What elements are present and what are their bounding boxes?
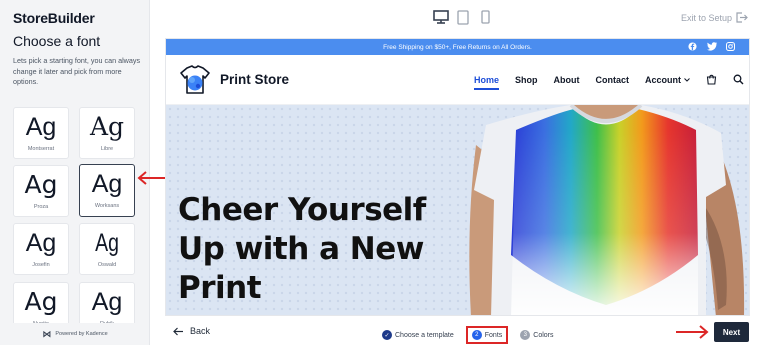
step-colors[interactable]: 3 Colors bbox=[520, 330, 554, 340]
font-sample: Ag bbox=[95, 229, 119, 257]
nav-account-label: Account bbox=[645, 74, 682, 85]
font-name: Worksans bbox=[94, 203, 120, 209]
search-icon[interactable] bbox=[733, 74, 744, 85]
back-button[interactable]: Back bbox=[173, 326, 210, 336]
nav-home[interactable]: Home bbox=[474, 75, 500, 90]
font-sample: Ag bbox=[24, 170, 58, 199]
font-sample: Ag bbox=[91, 170, 123, 198]
tablet-icon[interactable] bbox=[455, 9, 471, 25]
font-name: Libre bbox=[100, 146, 114, 152]
font-card-worksans[interactable]: Ag Worksans bbox=[79, 164, 135, 217]
kadence-icon: ⋈ bbox=[42, 328, 52, 339]
exit-icon bbox=[736, 12, 748, 23]
step-choose-template[interactable]: ✓ Choose a template bbox=[382, 330, 454, 340]
hero-image bbox=[469, 105, 745, 315]
font-card-oswald[interactable]: Ag Oswald bbox=[79, 223, 135, 275]
nav-account[interactable]: Account bbox=[645, 75, 690, 85]
powered-by-label: Powered by Kadence bbox=[55, 331, 108, 337]
social-links bbox=[688, 42, 735, 51]
step-number: 3 bbox=[520, 330, 531, 340]
main-nav: Home Shop About Contact Account bbox=[474, 74, 744, 90]
store-logo-icon bbox=[180, 65, 210, 94]
back-label: Back bbox=[190, 326, 211, 336]
check-icon: ✓ bbox=[382, 330, 392, 340]
device-switcher bbox=[433, 9, 493, 25]
font-name: Oswald bbox=[97, 262, 117, 268]
arrow-left-icon bbox=[173, 327, 183, 335]
chevron-down-icon bbox=[684, 77, 690, 82]
step-label: Colors bbox=[533, 331, 554, 339]
font-name: Josefin bbox=[32, 262, 50, 268]
wizard-steps: ✓ Choose a template 2 Fonts 3 Colors bbox=[382, 326, 554, 344]
font-sample: Ag bbox=[91, 288, 123, 316]
site-preview: Free Shipping on $50+, Free Returns on A… bbox=[165, 38, 750, 316]
step-number: 2 bbox=[471, 330, 482, 340]
store-name: Print Store bbox=[220, 72, 290, 87]
font-name: Montserrat bbox=[27, 146, 55, 152]
announcement-bar: Free Shipping on $50+, Free Returns on A… bbox=[166, 39, 749, 55]
desktop-icon[interactable] bbox=[433, 9, 449, 25]
page-title: Choose a font bbox=[13, 33, 101, 49]
font-sample: Ag bbox=[25, 113, 57, 141]
sidebar: StoreBuilder Choose a font Lets pick a s… bbox=[0, 0, 150, 345]
mobile-icon[interactable] bbox=[477, 9, 493, 25]
font-sample: Ag bbox=[89, 112, 125, 141]
font-card-proza[interactable]: Ag Proza bbox=[13, 165, 69, 217]
font-sample: Ag bbox=[25, 229, 57, 257]
next-button[interactable]: Next bbox=[714, 322, 749, 342]
twitter-icon[interactable] bbox=[707, 42, 717, 51]
font-card-josefin[interactable]: Ag Josefin bbox=[13, 223, 69, 275]
nav-shop[interactable]: Shop bbox=[515, 75, 538, 85]
nav-about[interactable]: About bbox=[554, 75, 580, 85]
font-card-libre[interactable]: Ag Libre bbox=[79, 107, 135, 159]
powered-by-footer: ⋈ Powered by Kadence bbox=[0, 323, 149, 345]
step-fonts[interactable]: 2 Fonts bbox=[465, 326, 509, 344]
font-name: Proza bbox=[33, 204, 49, 210]
exit-label: Exit to Setup bbox=[680, 12, 732, 23]
brand-logo: StoreBuilder bbox=[13, 10, 95, 26]
font-description: Lets pick a starting font, you can alway… bbox=[13, 56, 141, 86]
hero-section: Cheer Yourself Up with a New Print bbox=[166, 105, 749, 315]
nav-contact[interactable]: Contact bbox=[596, 75, 630, 85]
instagram-icon[interactable] bbox=[726, 42, 735, 51]
step-label: Choose a template bbox=[395, 331, 454, 339]
cart-icon[interactable] bbox=[706, 74, 717, 85]
font-sample: Ag bbox=[24, 287, 58, 316]
exit-to-setup-link[interactable]: Exit to Setup bbox=[681, 12, 748, 23]
announcement-text: Free Shipping on $50+, Free Returns on A… bbox=[383, 43, 532, 51]
site-header: Print Store Home Shop About Contact Acco… bbox=[166, 55, 749, 105]
wizard-footer: Back ✓ Choose a template 2 Fonts 3 Color… bbox=[165, 318, 750, 345]
hero-title: Cheer Yourself Up with a New Print bbox=[178, 192, 426, 306]
step-label: Fonts bbox=[484, 331, 503, 339]
font-card-montserrat[interactable]: Ag Montserrat bbox=[13, 107, 69, 159]
facebook-icon[interactable] bbox=[688, 42, 697, 51]
annotation-arrow-right bbox=[676, 325, 709, 339]
